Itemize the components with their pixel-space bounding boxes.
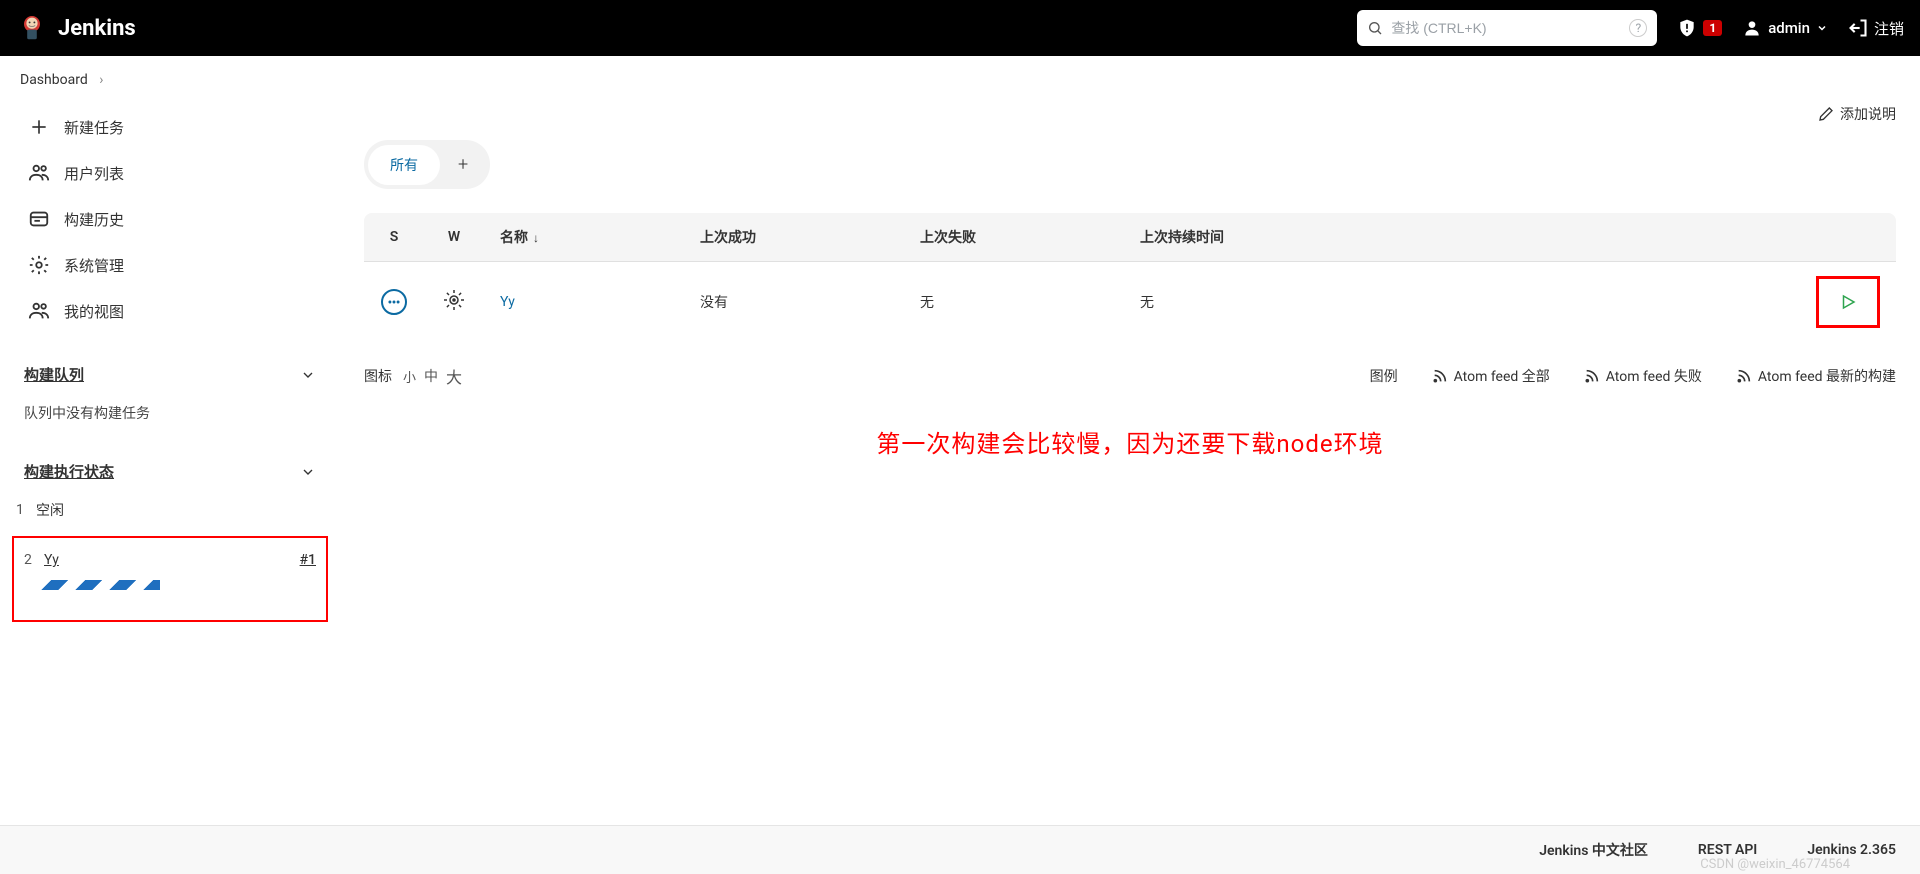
chevron-right-icon: › <box>99 72 103 88</box>
brand-name: Jenkins <box>58 16 136 41</box>
footer-community-link[interactable]: Jenkins 中文社区 <box>1539 840 1648 860</box>
user-icon <box>1742 18 1762 38</box>
panel-title: 构建执行状态 <box>24 461 114 482</box>
footer-version-link[interactable]: Jenkins 2.365 <box>1807 842 1896 858</box>
add-description-label: 添加说明 <box>1840 104 1896 124</box>
icon-size-label: 图标 <box>364 366 392 386</box>
executor-row-idle: 1 空闲 <box>12 492 328 528</box>
menu-label: 构建历史 <box>64 209 124 230</box>
build-status-icon[interactable] <box>381 289 407 315</box>
col-last-failure[interactable]: 上次失败 <box>904 213 1124 262</box>
col-name[interactable]: 名称 ↓ <box>484 213 684 262</box>
icon-size-medium[interactable]: 中 <box>424 366 438 386</box>
legend-link[interactable]: 图例 <box>1370 366 1398 386</box>
cell-last-duration: 无 <box>1124 262 1800 343</box>
gear-icon <box>28 254 50 276</box>
col-weather[interactable]: W <box>424 213 484 262</box>
view-tabs: 所有 + <box>364 140 490 189</box>
user-menu[interactable]: admin <box>1742 18 1828 38</box>
footer-restapi-link[interactable]: REST API <box>1698 842 1757 858</box>
main-content: 添加说明 所有 + S W 名称 ↓ 上次成功 上次失败 上次持续时间 <box>340 104 1920 642</box>
sidebar-item-manage[interactable]: 系统管理 <box>12 242 328 288</box>
executor-row-running: 2 Yy #1 <box>20 544 320 576</box>
queue-empty-text: 队列中没有构建任务 <box>12 395 328 431</box>
jobs-table: S W 名称 ↓ 上次成功 上次失败 上次持续时间 <box>364 213 1896 342</box>
build-queue-panel: 构建队列 队列中没有构建任务 <box>12 354 328 431</box>
watermark: CSDN @weixin_46774564 <box>1700 857 1850 872</box>
sidebar-item-history[interactable]: 构建历史 <box>12 196 328 242</box>
shield-alert-icon <box>1677 18 1697 38</box>
job-name-link[interactable]: Yy <box>500 294 515 310</box>
executor-build-link[interactable]: #1 <box>300 552 316 568</box>
progress-bar[interactable] <box>40 580 160 590</box>
icon-size-large[interactable]: 大 <box>446 364 462 388</box>
annotation-text: 第一次构建会比较慢，因为还要下载node环境 <box>364 424 1896 459</box>
top-header: Jenkins ? 1 admin 注销 <box>0 0 1920 56</box>
search-input[interactable] <box>1391 20 1621 36</box>
edit-icon <box>1818 106 1834 122</box>
search-box[interactable]: ? <box>1357 10 1657 46</box>
sidebar-item-people[interactable]: 用户列表 <box>12 150 328 196</box>
notification-badge: 1 <box>1703 20 1722 36</box>
col-status[interactable]: S <box>364 213 424 262</box>
executor-status: 空闲 <box>36 500 64 520</box>
panel-header[interactable]: 构建队列 <box>12 354 328 395</box>
executor-number: 1 <box>16 502 36 518</box>
menu-label: 用户列表 <box>64 163 124 184</box>
logout-label: 注销 <box>1874 18 1904 39</box>
executor-job-link[interactable]: Yy <box>44 552 300 568</box>
table-row: Yy 没有 无 无 <box>364 262 1896 343</box>
menu-label: 系统管理 <box>64 255 124 276</box>
play-icon <box>1839 293 1857 311</box>
search-help-icon[interactable]: ? <box>1629 19 1647 37</box>
panel-title: 构建队列 <box>24 364 84 385</box>
sidebar: 新建任务 用户列表 构建历史 系统管理 我的视图 <box>0 104 340 642</box>
people-icon <box>28 162 50 184</box>
notification-button[interactable]: 1 <box>1677 18 1722 38</box>
atom-feed-latest[interactable]: Atom feed 最新的构建 <box>1736 366 1896 386</box>
chevron-down-icon <box>300 367 316 383</box>
rss-icon <box>1584 368 1600 384</box>
tab-add-button[interactable]: + <box>440 144 486 185</box>
build-now-button[interactable] <box>1839 293 1857 311</box>
breadcrumb-dashboard[interactable]: Dashboard <box>20 72 88 88</box>
atom-feed-failures[interactable]: Atom feed 失败 <box>1584 366 1702 386</box>
table-footer: 图标 小 中 大 图例 Atom feed 全部 Atom feed 失败 At… <box>364 364 1896 388</box>
chevron-down-icon <box>1816 22 1828 34</box>
panel-header[interactable]: 构建执行状态 <box>12 451 328 492</box>
sidebar-item-new[interactable]: 新建任务 <box>12 104 328 150</box>
atom-feed-all[interactable]: Atom feed 全部 <box>1432 366 1550 386</box>
menu-label: 我的视图 <box>64 301 124 322</box>
chevron-down-icon <box>300 464 316 480</box>
jenkins-logo[interactable]: Jenkins <box>16 12 136 44</box>
plus-icon <box>28 116 50 138</box>
page-footer: Jenkins 中文社区 REST API Jenkins 2.365 <box>0 825 1920 874</box>
add-description-link[interactable]: 添加说明 <box>1818 104 1896 124</box>
sidebar-item-myviews[interactable]: 我的视图 <box>12 288 328 334</box>
menu-label: 新建任务 <box>64 117 124 138</box>
username-label: admin <box>1768 19 1810 37</box>
cell-last-success: 没有 <box>684 262 904 343</box>
col-last-duration[interactable]: 上次持续时间 <box>1124 213 1800 262</box>
people-icon <box>28 300 50 322</box>
tab-all[interactable]: 所有 <box>368 145 440 185</box>
highlight-executor-running: 2 Yy #1 <box>12 536 328 622</box>
build-executor-panel: 构建执行状态 1 空闲 2 Yy #1 <box>12 451 328 622</box>
highlight-build-button <box>1816 276 1880 328</box>
logout-icon <box>1848 18 1868 38</box>
executor-number: 2 <box>24 552 44 568</box>
logout-button[interactable]: 注销 <box>1848 18 1904 39</box>
jenkins-logo-icon <box>16 12 48 44</box>
history-icon <box>28 208 50 230</box>
weather-icon[interactable] <box>442 288 466 312</box>
cell-last-failure: 无 <box>904 262 1124 343</box>
breadcrumb: Dashboard › <box>0 56 1920 104</box>
rss-icon <box>1736 368 1752 384</box>
rss-icon <box>1432 368 1448 384</box>
sort-down-icon: ↓ <box>530 231 539 245</box>
icon-size-small[interactable]: 小 <box>403 367 416 386</box>
search-icon <box>1367 20 1383 36</box>
col-last-success[interactable]: 上次成功 <box>684 213 904 262</box>
